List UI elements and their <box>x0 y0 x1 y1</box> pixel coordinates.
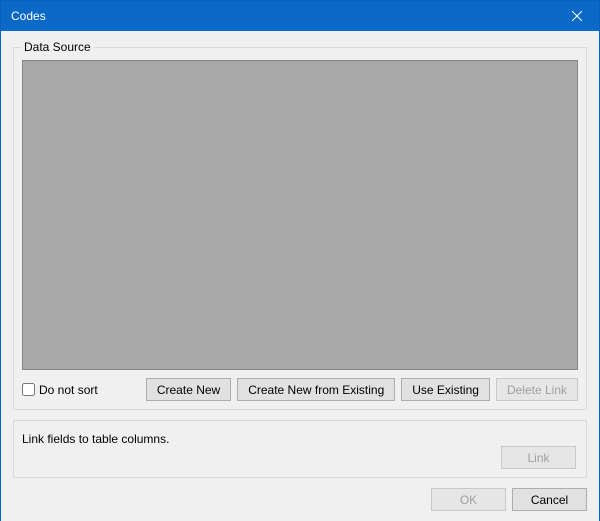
codes-dialog: Codes Data Source Do not sort Create New… <box>0 0 600 521</box>
delete-link-button: Delete Link <box>496 378 578 401</box>
window-title: Codes <box>11 9 554 23</box>
link-button: Link <box>501 446 576 469</box>
link-fields-group: Link fields to table columns. Link <box>13 420 587 478</box>
cancel-button[interactable]: Cancel <box>512 488 587 511</box>
link-fields-message: Link fields to table columns. <box>22 431 501 446</box>
data-source-label: Data Source <box>21 40 94 54</box>
data-source-button-row: Do not sort Create New Create New from E… <box>22 378 578 401</box>
data-source-grid[interactable] <box>22 60 578 370</box>
client-area: Data Source Do not sort Create New Creat… <box>1 31 599 521</box>
create-new-from-existing-button[interactable]: Create New from Existing <box>237 378 395 401</box>
data-source-group: Data Source Do not sort Create New Creat… <box>13 47 587 410</box>
close-icon[interactable] <box>554 1 599 31</box>
ok-button: OK <box>431 488 506 511</box>
dialog-footer: OK Cancel <box>13 488 587 511</box>
do-not-sort-checkbox[interactable]: Do not sort <box>22 383 98 397</box>
use-existing-button[interactable]: Use Existing <box>401 378 490 401</box>
do-not-sort-input[interactable] <box>22 383 35 396</box>
create-new-button[interactable]: Create New <box>146 378 231 401</box>
title-bar[interactable]: Codes <box>1 1 599 31</box>
do-not-sort-label: Do not sort <box>39 383 98 397</box>
